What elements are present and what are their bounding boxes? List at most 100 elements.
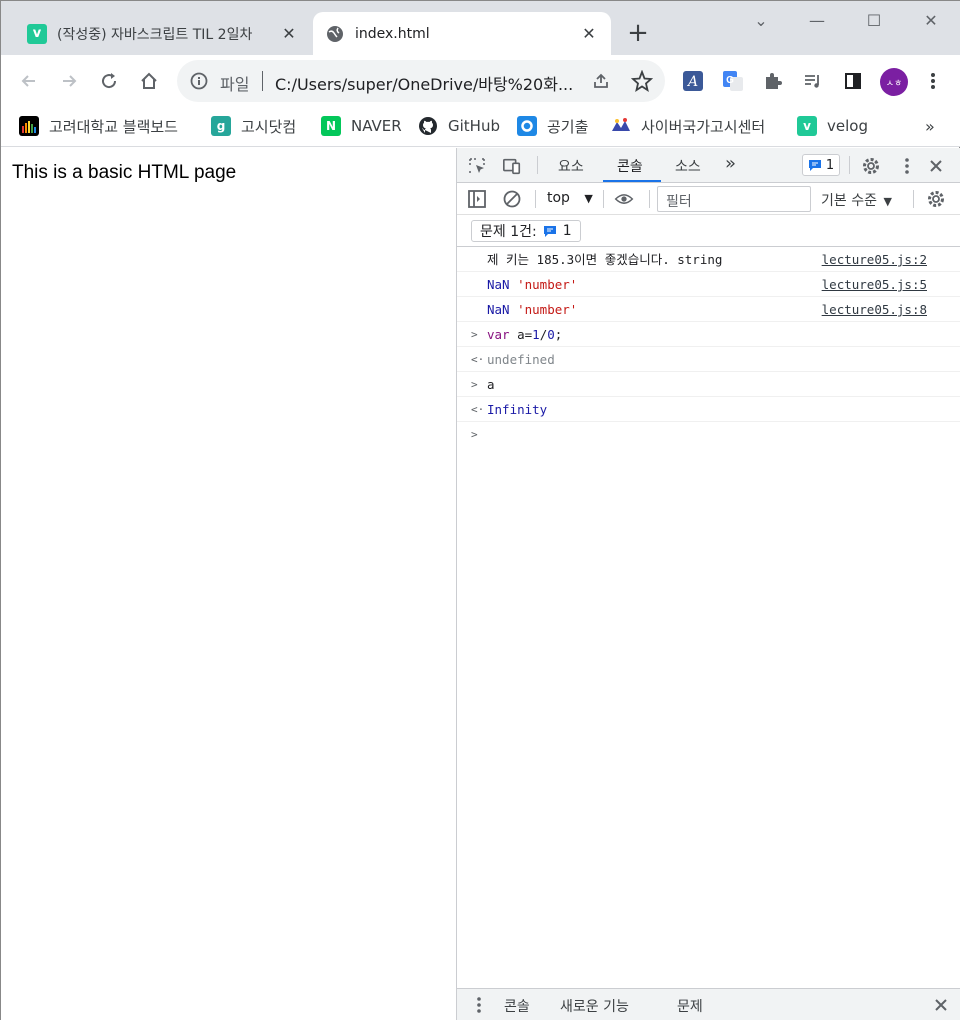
console-message: <· undefined [457, 347, 960, 372]
issues-label: 문제 1건: [480, 224, 537, 240]
drawer-tab-whats-new[interactable]: 새로운 기능 [560, 996, 629, 1016]
home-button[interactable] [135, 67, 163, 95]
translate-icon[interactable]: G [721, 69, 745, 93]
blackboard-icon [19, 116, 39, 136]
tab-index-html[interactable]: index.html ✕ [313, 12, 611, 55]
bookmark-gonggi[interactable]: 공기출 [517, 114, 588, 138]
drawer-menu-icon[interactable] [469, 995, 489, 1015]
maximize-button[interactable]: ☐ [862, 9, 886, 33]
input-chevron-icon: > [471, 378, 478, 391]
bookmark-blackboard[interactable]: 고려대학교 블랙보드 [19, 114, 178, 138]
bookmark-cyber[interactable]: 사이버국가고시센터 [611, 114, 765, 138]
bookmarks-bar: 고려대학교 블랙보드 g 고시닷컴 N NAVER GitHub 공기출 사이버… [1, 107, 960, 147]
kebab-menu-icon[interactable] [921, 69, 945, 93]
browser-toolbar: 파일 C:/Users/super/OneDrive/바탕%20화... A G… [1, 55, 960, 107]
issues-bar: 문제 1건: 1 [457, 215, 960, 247]
tab-velog[interactable]: v (작성중) 자바스크립트 TIL 2일차 ✕ [15, 12, 311, 55]
reload-icon [102, 73, 117, 89]
tab-title: index.html [355, 25, 430, 42]
omnibox-separator [262, 71, 263, 91]
bookmark-label: 고시닷컴 [241, 117, 297, 136]
drawer-tab-console[interactable]: 콘솔 [504, 996, 530, 1016]
url-text[interactable]: C:/Users/super/OneDrive/바탕%20화... [275, 71, 585, 95]
info-icon[interactable] [189, 71, 209, 95]
profile-avatar[interactable]: ㅅㅎ [880, 68, 908, 96]
bookmark-naver[interactable]: N NAVER [321, 114, 402, 138]
eye-icon[interactable] [614, 189, 634, 209]
drawer-tab-issues[interactable]: 문제 [677, 996, 703, 1016]
console-token: Infinity [487, 402, 548, 417]
bookmark-label: 고려대학교 블랙보드 [49, 117, 178, 136]
bookmark-label: NAVER [351, 117, 402, 135]
minimize-button[interactable]: — [805, 9, 829, 33]
console-toolbar: top ▼ 필터 기본 수준 ▼ [457, 183, 960, 215]
console-token: 0 [547, 327, 555, 342]
bookmark-github[interactable]: GitHub [418, 114, 500, 138]
drawer-close-icon[interactable] [931, 995, 951, 1015]
source-link[interactable]: lecture05.js:5 [822, 272, 927, 297]
devtools-close-icon[interactable] [926, 156, 946, 176]
close-icon[interactable]: ✕ [579, 24, 599, 44]
star-icon[interactable] [630, 69, 654, 96]
console-token: NaN [487, 302, 518, 317]
clear-console-icon[interactable] [502, 189, 522, 209]
log-level-selector[interactable]: 기본 수준 ▼ [821, 190, 892, 210]
bookmark-label: 공기출 [547, 117, 589, 136]
sidebar-toggle-icon[interactable] [467, 189, 487, 209]
issues-counter-button[interactable]: 1 [802, 154, 840, 176]
forward-button[interactable] [55, 67, 83, 95]
bookmark-label: 사이버국가고시센터 [641, 117, 766, 136]
address-bar[interactable]: 파일 C:/Users/super/OneDrive/바탕%20화... [177, 60, 665, 102]
console-message-text: var a=1/0; [487, 322, 562, 347]
font-extension-icon[interactable]: A [681, 69, 705, 93]
issues-button[interactable]: 문제 1건: 1 [471, 220, 581, 242]
side-panel-icon[interactable] [841, 69, 865, 93]
console-message: > var a=1/0; [457, 322, 960, 347]
console-token: 'number' [517, 277, 578, 292]
media-control-icon[interactable] [801, 69, 825, 93]
source-link[interactable]: lecture05.js:2 [822, 247, 927, 272]
console-token: 'number' [517, 302, 578, 317]
console-settings-gear-icon[interactable] [926, 189, 946, 209]
result-arrow-icon: <· [471, 353, 485, 366]
tab-elements[interactable]: 요소 [558, 156, 584, 176]
more-tabs-button[interactable]: » [725, 153, 736, 174]
devtools-panel: 요소 콘솔 소스 » 1 top ▼ 필터 기본 수준 ▼ 문제 1건: 1 제… [456, 148, 960, 1020]
tab-sources[interactable]: 소스 [675, 156, 701, 176]
puzzle-icon[interactable] [761, 69, 785, 93]
filter-placeholder: 필터 [666, 194, 692, 210]
devtools-menu-icon[interactable] [897, 156, 917, 176]
console-message-text: undefined [487, 347, 555, 372]
devtools-tab-bar: 요소 콘솔 소스 » 1 [457, 148, 960, 183]
result-arrow-icon: <· [471, 403, 485, 416]
new-tab-button[interactable]: + [625, 20, 651, 47]
console-message-text: NaN 'number' [487, 272, 577, 297]
close-icon[interactable]: ✕ [279, 24, 299, 44]
bookmark-label: GitHub [448, 117, 500, 135]
inspect-element-icon[interactable] [467, 156, 487, 176]
devtools-drawer: 콘솔 새로운 기능 문제 [457, 988, 960, 1020]
console-token: 제 키는 185.3이면 좋겠습니다. string [487, 252, 723, 267]
svg-text:A: A [686, 74, 698, 90]
svg-text:G: G [726, 75, 734, 86]
tab-title: (작성중) 자바스크립트 TIL 2일차 [57, 26, 253, 43]
bookmark-velog[interactable]: v velog [797, 114, 868, 138]
filter-input[interactable]: 필터 [657, 186, 811, 212]
bookmarks-overflow-button[interactable]: » [925, 117, 935, 136]
gonggi-icon [517, 116, 537, 136]
active-tab-indicator [603, 180, 661, 182]
tab-search-icon[interactable]: ⌄ [749, 9, 773, 33]
console-prompt[interactable]: > [457, 422, 960, 447]
source-link[interactable]: lecture05.js:8 [822, 297, 927, 322]
window-close-button[interactable]: ✕ [919, 9, 943, 33]
device-toolbar-icon[interactable] [502, 156, 522, 176]
bookmark-gosi[interactable]: g 고시닷컴 [211, 114, 296, 138]
share-icon[interactable] [591, 71, 611, 95]
context-selector[interactable]: top ▼ [547, 190, 593, 206]
console-message: NaN 'number' lecture05.js:5 [457, 272, 960, 297]
omnibox-scheme-label: 파일 [220, 75, 250, 94]
settings-gear-icon[interactable] [861, 156, 881, 176]
back-button[interactable] [15, 67, 43, 95]
tab-console[interactable]: 콘솔 [617, 156, 643, 176]
reload-button[interactable] [95, 67, 123, 95]
